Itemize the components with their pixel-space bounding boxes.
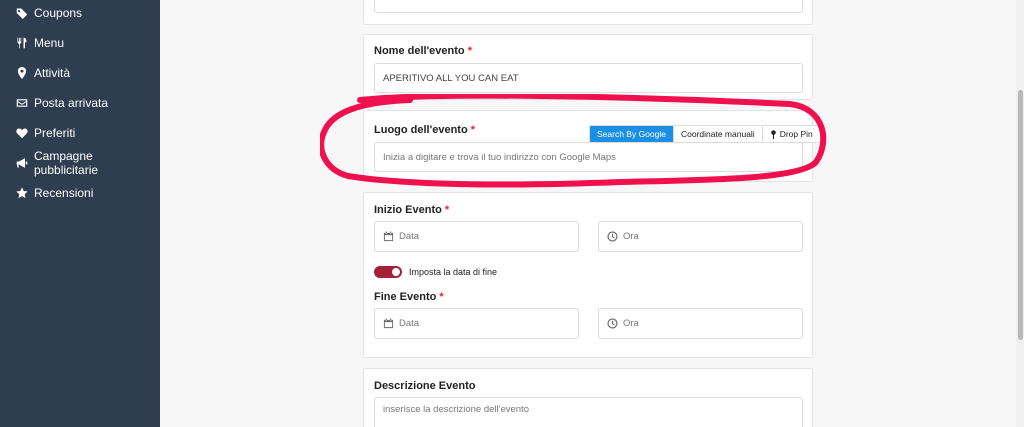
sidebar-item-label: Recensioni [34,186,94,200]
sidebar-item-label: Campagne pubblicitarie [34,149,99,177]
envelope-icon [16,97,28,109]
sidebar-item-posta-arrivata[interactable]: Posta arrivata [16,93,108,113]
star-icon [16,187,28,199]
sidebar-item-attivita[interactable]: Attività [16,63,70,83]
event-description-textarea[interactable]: inserisce la descrizione dell'evento [374,397,803,427]
tag-icon [16,7,28,19]
start-date-input[interactable]: Data [374,221,579,252]
sidebar-item-recensioni[interactable]: Recensioni [16,183,93,203]
sidebar-item-coupons[interactable]: Coupons [16,3,82,23]
sidebar-item-menu[interactable]: Menu [16,33,64,53]
page-scrollbar[interactable] [1016,0,1024,427]
heart-icon [16,127,28,139]
sidebar-item-label: Coupons [34,6,83,20]
search-by-google-button[interactable]: Search By Google [590,126,673,142]
main-content: Nome dell'evento * APERITIVO ALL YOU CAN… [160,0,1016,427]
map-pin-icon [16,67,28,79]
sidebar-item-label: Attività [34,66,71,80]
pin-icon [770,129,776,139]
previous-field-card [363,0,813,25]
event-description-card: Descrizione Evento inserisce la descrizi… [363,368,813,427]
end-time-input[interactable]: Ora [598,308,803,339]
previous-field-input[interactable] [374,0,803,13]
event-location-card: Luogo dell'evento * Search By Google Coo… [363,110,821,182]
calendar-icon [383,318,394,329]
sidebar-item-label: Preferiti [34,126,76,140]
drop-pin-button[interactable]: Drop Pin [761,126,820,142]
end-date-toggle-label: Imposta la data di fine [409,267,498,277]
clock-icon [607,318,618,329]
end-event-label: Fine Evento * [374,291,444,303]
sidebar-item-label: Posta arrivata [34,96,109,110]
event-name-label: Nome dell'evento * [374,45,472,57]
end-date-input[interactable]: Data [374,308,579,339]
event-name-card: Nome dell'evento * APERITIVO ALL YOU CAN… [363,34,813,100]
sidebar: Coupons Menu Attività Posta arrivata Pre… [0,0,160,427]
drop-pin-label: Drop Pin [779,129,813,139]
sidebar-item-campagne[interactable]: Campagne pubblicitarie [16,149,160,177]
start-event-label: Inizio Evento * [374,204,450,216]
location-search-input[interactable]: Inizia a digitare e trova il tuo indiriz… [374,142,803,172]
start-time-input[interactable]: Ora [598,221,803,252]
sidebar-item-label: Menu [34,36,65,50]
calendar-icon [383,231,394,242]
sidebar-item-preferiti[interactable]: Preferiti [16,123,75,143]
scrollbar-thumb[interactable] [1018,90,1023,340]
clock-icon [607,231,618,242]
event-description-label: Descrizione Evento [374,380,476,392]
event-location-label: Luogo dell'evento * [374,124,476,136]
location-mode-selector: Search By Google Coordinate manuali Drop… [589,125,821,143]
end-date-toggle[interactable] [374,266,402,278]
event-name-input[interactable]: APERITIVO ALL YOU CAN EAT [374,63,803,93]
utensils-icon [16,37,28,49]
megaphone-icon [16,157,28,169]
event-dates-card: Inizio Evento * Data Ora Imposta la data… [363,192,813,358]
manual-coordinates-button[interactable]: Coordinate manuali [672,126,762,142]
